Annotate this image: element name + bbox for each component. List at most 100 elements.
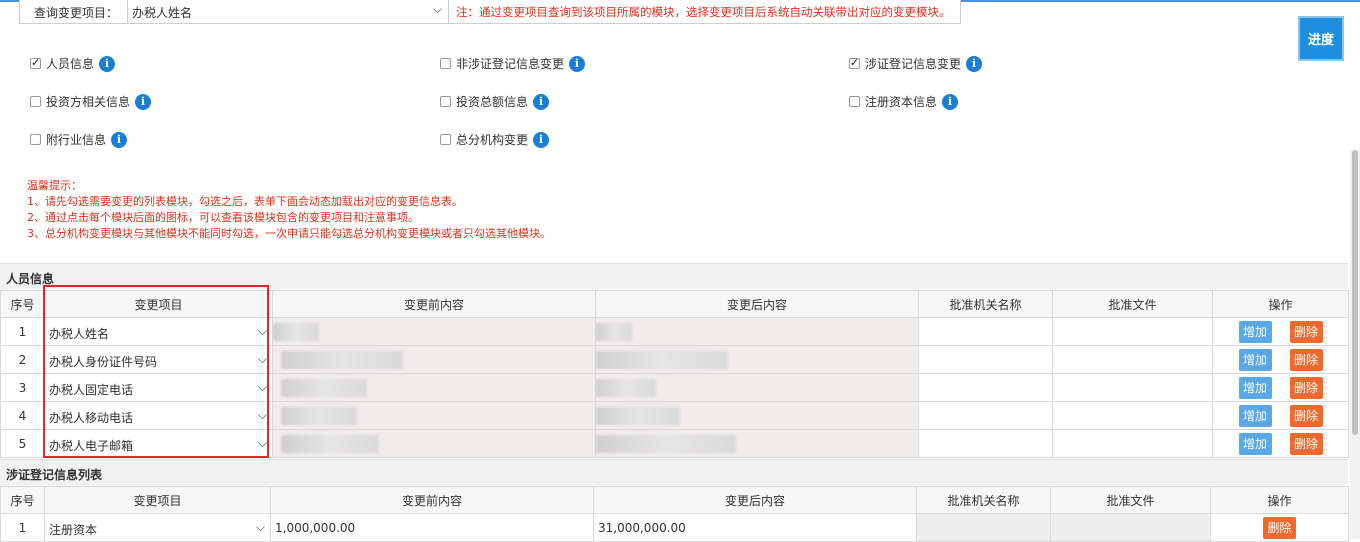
module-label: 人员信息	[46, 57, 95, 71]
after-content-input[interactable]: 31,000,000.00	[593, 513, 917, 542]
approval-authority-input[interactable]	[916, 513, 1051, 542]
delete-button[interactable]: 删除	[1289, 376, 1323, 399]
info-icon[interactable]: i	[569, 55, 586, 72]
delete-button[interactable]: 删除	[1289, 348, 1323, 371]
table-row: 5 办税人电子邮箱 ⌵ 增加 删除	[0, 429, 1349, 458]
delete-button[interactable]: 删除	[1289, 320, 1323, 343]
approval-document-input[interactable]	[1052, 373, 1213, 402]
checkbox[interactable]	[30, 56, 41, 69]
info-icon[interactable]: i	[99, 55, 116, 72]
chevron-down-icon: ⌵	[257, 324, 267, 338]
info-icon[interactable]: i	[533, 131, 550, 148]
column-header: 变更后内容	[593, 486, 917, 514]
checkbox[interactable]	[30, 96, 41, 107]
module-investor[interactable]: 投资方相关信息 i	[30, 93, 152, 110]
column-header: 操作	[1212, 290, 1349, 318]
approval-document-input[interactable]	[1052, 429, 1213, 458]
module-label: 投资方相关信息	[46, 95, 131, 109]
before-content-input[interactable]: 1,000,000.00	[270, 513, 594, 542]
module-head-branch[interactable]: 总分机构变更 i	[440, 131, 550, 148]
info-icon[interactable]: i	[111, 131, 128, 148]
change-item-select[interactable]: 办税人固定电话 ⌵	[44, 373, 273, 402]
chevron-down-icon: ⌵	[257, 352, 267, 366]
info-icon[interactable]: i	[966, 55, 983, 72]
row-actions: 增加 删除	[1212, 401, 1349, 430]
approval-authority-input[interactable]	[918, 317, 1053, 346]
module-label: 涉证登记信息变更	[865, 57, 962, 71]
approval-document-input[interactable]	[1052, 317, 1213, 346]
change-item-select[interactable]: 办税人身份证件号码 ⌵	[44, 345, 273, 374]
column-header: 操作	[1210, 486, 1349, 514]
module-cert-registration[interactable]: 涉证登记信息变更 i	[849, 55, 983, 72]
column-header: 变更后内容	[595, 290, 919, 318]
approval-document-input[interactable]	[1050, 513, 1211, 542]
module-non-cert-registration[interactable]: 非涉证登记信息变更 i	[440, 55, 586, 72]
row-actions: 删除	[1210, 513, 1349, 542]
add-button[interactable]: 增加	[1238, 404, 1272, 427]
before-content-input[interactable]	[272, 373, 596, 402]
change-item-value: 办税人电子邮箱	[49, 439, 134, 453]
checkbox[interactable]	[440, 96, 451, 107]
checkbox[interactable]	[440, 58, 451, 69]
module-registered-capital[interactable]: 注册资本信息 i	[849, 93, 959, 110]
checkbox[interactable]	[849, 56, 860, 69]
approval-authority-input[interactable]	[918, 429, 1053, 458]
query-select-value: 办税人姓名	[132, 6, 193, 20]
add-button[interactable]: 增加	[1238, 376, 1272, 399]
after-content-input[interactable]	[595, 429, 919, 458]
delete-button[interactable]: 删除	[1289, 432, 1323, 455]
before-content-input[interactable]	[272, 429, 596, 458]
checkbox[interactable]	[849, 96, 860, 107]
change-item-select[interactable]: 办税人电子邮箱 ⌵	[44, 429, 273, 458]
after-content-input[interactable]	[595, 401, 919, 430]
query-change-item-bar: 查询变更项目： 办税人姓名 ⌵ 注：通过变更项目查询到该项目所属的模块，选择变更…	[19, 0, 961, 24]
info-icon[interactable]: i	[135, 93, 152, 110]
before-content-input[interactable]	[272, 345, 596, 374]
add-button[interactable]: 增加	[1238, 348, 1272, 371]
module-label: 非涉证登记信息变更	[456, 57, 565, 71]
chevron-down-icon: ⌵	[257, 436, 267, 450]
column-header: 批准机关名称	[918, 290, 1053, 318]
checkbox[interactable]	[30, 134, 41, 145]
module-total-investment[interactable]: 投资总额信息 i	[440, 93, 550, 110]
row-number: 5	[0, 429, 45, 458]
row-number: 4	[0, 401, 45, 430]
change-item-select[interactable]: 注册资本 ⌵	[44, 513, 271, 542]
module-sub-industry[interactable]: 附行业信息 i	[30, 131, 128, 148]
column-header: 批准文件	[1052, 290, 1213, 318]
change-item-value: 办税人姓名	[49, 327, 110, 341]
after-content-input[interactable]	[595, 317, 919, 346]
add-button[interactable]: 增加	[1238, 320, 1272, 343]
change-item-select[interactable]: 办税人移动电话 ⌵	[44, 401, 273, 430]
scrollbar-thumb[interactable]	[1352, 150, 1358, 435]
column-header: 序号	[0, 486, 45, 514]
add-button[interactable]: 增加	[1238, 432, 1272, 455]
after-content-input[interactable]	[595, 373, 919, 402]
row-number: 1	[0, 513, 45, 542]
before-content-input[interactable]	[272, 317, 596, 346]
column-header: 变更前内容	[270, 486, 594, 514]
change-item-select[interactable]: 办税人姓名 ⌵	[44, 317, 273, 346]
after-content-input[interactable]	[595, 345, 919, 374]
delete-button[interactable]: 删除	[1263, 516, 1296, 539]
tips-title: 温馨提示：	[27, 179, 82, 192]
table-row: 1 注册资本 ⌵ 1,000,000.00 31,000,000.00 删除	[0, 513, 1349, 542]
column-header: 变更项目	[44, 290, 273, 318]
row-number: 3	[0, 373, 45, 402]
checkbox[interactable]	[440, 134, 451, 145]
delete-button[interactable]: 删除	[1289, 404, 1323, 427]
approval-authority-input[interactable]	[918, 373, 1053, 402]
before-content-input[interactable]	[272, 401, 596, 430]
approval-authority-input[interactable]	[918, 345, 1053, 374]
approval-authority-input[interactable]	[918, 401, 1053, 430]
query-change-item-select[interactable]: 办税人姓名 ⌵	[127, 0, 449, 23]
row-actions: 增加 删除	[1212, 429, 1349, 458]
info-icon[interactable]: i	[533, 93, 550, 110]
module-personnel[interactable]: 人员信息 i	[30, 55, 116, 72]
approval-document-input[interactable]	[1052, 401, 1213, 430]
tip-line: 3、总分机构变更模块与其他模块不能同时勾选，一次申请只能勾选总分机构变更模块或者…	[27, 227, 551, 240]
approval-document-input[interactable]	[1052, 345, 1213, 374]
section-title-personnel: 人员信息	[0, 263, 1348, 289]
info-icon[interactable]: i	[942, 93, 959, 110]
progress-button[interactable]: 进度	[1298, 16, 1344, 61]
